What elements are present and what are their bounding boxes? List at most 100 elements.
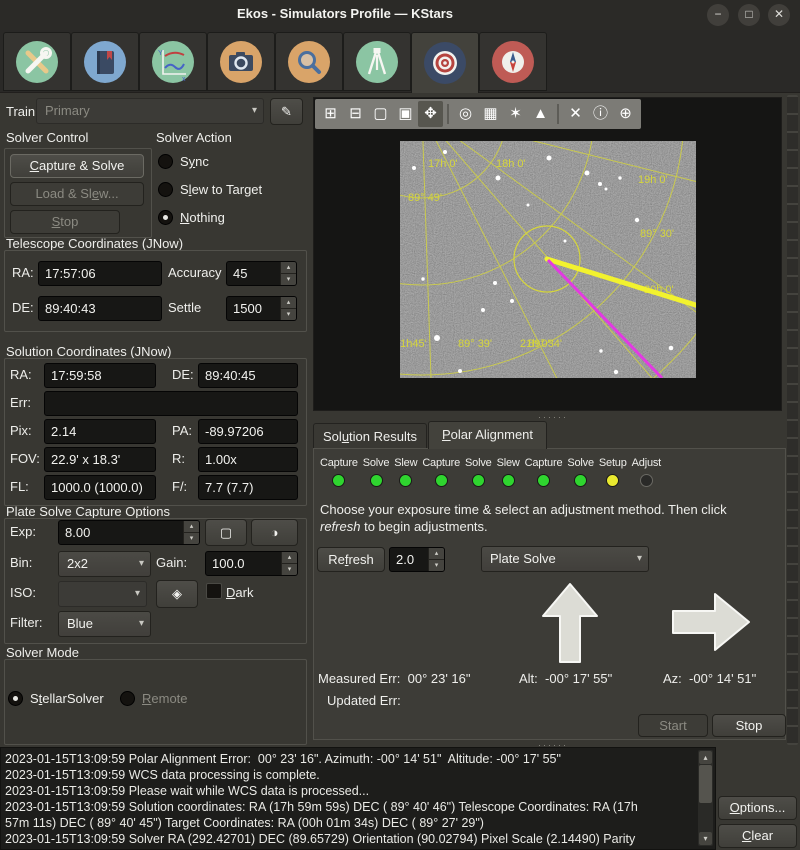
radio-nothing[interactable]: Nothing <box>158 210 225 225</box>
spin-up-icon[interactable]: ▴ <box>280 297 296 309</box>
radio-remote[interactable]: Remote <box>120 691 188 706</box>
refresh-button[interactable]: Refresh <box>317 547 385 572</box>
step-label: Solve <box>465 457 492 469</box>
tab-mount[interactable] <box>343 32 411 91</box>
tab-polar-alignment[interactable]: Polar Alignment <box>428 421 547 449</box>
fitstool-zoom-in[interactable]: ⊞ <box>318 101 343 127</box>
sol-ra-label: RA: <box>10 367 32 382</box>
spin-down-icon[interactable]: ▾ <box>280 308 296 321</box>
right-scrollbar[interactable] <box>787 95 798 745</box>
clear-log-button[interactable]: Clear <box>718 824 797 848</box>
radio-slew-to-target[interactable]: Slew to Target <box>158 182 262 197</box>
spin-up-icon[interactable]: ▴ <box>280 262 296 274</box>
settle-spinbox[interactable]: 1500 ▴ ▾ <box>226 296 297 321</box>
fitstool-pan[interactable]: ✥ <box>418 101 443 127</box>
fitstool-clear-marks[interactable]: ✕ <box>563 101 588 127</box>
step-label: Solve <box>363 457 390 469</box>
spin-down-icon[interactable]: ▾ <box>281 563 297 576</box>
log-line: 2023-01-15T13:09:59 Solver RA (292.42701… <box>5 831 697 847</box>
paa-stop-button[interactable]: Stop <box>712 714 786 737</box>
radio-stellarsolver[interactable]: StellarSolver <box>8 691 104 706</box>
measured-error: Measured Err: 00° 23' 16" <box>318 671 471 686</box>
pencil-icon: ✎ <box>281 104 292 119</box>
stop-solver-button[interactable]: Stop <box>10 210 120 234</box>
tab-align[interactable] <box>411 32 479 93</box>
capture-solve-button[interactable]: Capture & Solve <box>10 154 144 178</box>
accuracy-label: Accuracy <box>168 265 221 280</box>
polar-alignment-pane: CaptureSolveSlewCaptureSolveSlewCaptureS… <box>313 448 786 740</box>
sky-grid-label: 89° 34' <box>528 338 562 350</box>
subframe-button[interactable]: ▢ <box>205 519 247 546</box>
fitstool-histogram-stretch[interactable]: ▲ <box>528 101 553 127</box>
pa-label: PA: <box>172 423 192 438</box>
tab-focus[interactable] <box>275 32 343 91</box>
star <box>564 240 567 243</box>
radio-sync[interactable]: Sync <box>158 154 209 169</box>
dark-checkbox[interactable] <box>206 583 222 599</box>
log-line: 2023-01-15T13:09:59 Please wait while WC… <box>5 783 697 799</box>
binning-select[interactable]: 2x2 ▾ <box>58 551 151 577</box>
de-label: DE: <box>12 300 34 315</box>
fitstool-grid[interactable]: ▦ <box>478 101 503 127</box>
log-line: 2023-01-15T13:09:59 Solution coordinates… <box>5 799 697 815</box>
filter-wheel-icon: ◈ <box>172 586 182 601</box>
tab-setup[interactable] <box>3 32 71 91</box>
spin-up-icon[interactable]: ▴ <box>428 548 444 560</box>
mount-de-field[interactable]: 89:40:43 <box>38 296 162 321</box>
spin-up-icon[interactable]: ▴ <box>183 521 199 533</box>
paa-step-capture: Capture <box>320 457 358 487</box>
analyze-icon: Y x <box>150 39 196 85</box>
maximize-button[interactable]: □ <box>738 4 760 26</box>
star <box>605 188 608 191</box>
paa-start-button[interactable]: Start <box>638 714 708 737</box>
mount-ra-field[interactable]: 17:57:06 <box>38 261 162 286</box>
pix-field: 2.14 <box>44 419 156 444</box>
fitstool-zoom-out[interactable]: ⊟ <box>343 101 368 127</box>
adjustment-method-select[interactable]: Plate Solve ▾ <box>481 546 649 572</box>
options-button[interactable]: Options... <box>718 796 797 820</box>
spin-down-icon[interactable]: ▾ <box>428 559 444 572</box>
star <box>481 308 485 312</box>
exposure-spinbox[interactable]: 8.00 ▴ ▾ <box>58 520 200 545</box>
accuracy-spinbox[interactable]: 45 ▴ ▾ <box>226 261 297 286</box>
sky-grid-label: 21h45' <box>400 338 427 350</box>
spin-down-icon[interactable]: ▾ <box>183 532 199 545</box>
spin-down-icon[interactable]: ▾ <box>280 273 296 286</box>
splitter-handle[interactable]: ······ <box>538 414 568 420</box>
tab-scheduler[interactable] <box>71 32 139 91</box>
edit-train-button[interactable]: ✎ <box>270 98 303 125</box>
scroll-down-icon[interactable]: ▾ <box>699 832 712 845</box>
tab-guide[interactable] <box>479 32 547 91</box>
tab-analyze[interactable]: Y x <box>139 32 207 91</box>
fitstool-zoom-actual[interactable]: ▣ <box>393 101 418 127</box>
close-button[interactable]: ✕ <box>768 4 790 26</box>
star <box>585 171 590 176</box>
minimize-button[interactable]: − <box>707 4 729 26</box>
sky-map-image[interactable]: 17h 0'18h 0'19h 0'89° 49'89° 30'20h 0'21… <box>400 141 696 378</box>
gain-spinbox[interactable]: 100.0 ▴ ▾ <box>205 551 298 576</box>
tab-capture[interactable] <box>207 32 275 91</box>
filter-select[interactable]: Blue ▾ <box>58 611 151 637</box>
r-label: R: <box>172 451 185 466</box>
paa-step-solve: Solve <box>465 457 492 487</box>
refresh-exposure-spinbox[interactable]: 2.0 ▴ ▾ <box>389 547 445 572</box>
filter-wheel-button[interactable]: ◈ <box>156 580 198 608</box>
kstars-ekos-window: Ekos - Simulators Profile — KStars − □ ✕ <box>0 0 800 850</box>
tab-solution-results[interactable]: Solution Results <box>313 423 427 449</box>
log-scrollbar-thumb[interactable] <box>699 765 712 803</box>
fitstool-zoom-fit[interactable]: ▢ <box>368 101 393 127</box>
azimuth-error: Az: -00° 14' 51" <box>663 671 756 686</box>
scroll-up-icon[interactable]: ▴ <box>699 751 712 764</box>
sol-de-field: 89:40:45 <box>198 363 298 388</box>
live-preview-button[interactable]: ◑ <box>251 519 298 546</box>
spin-up-icon[interactable]: ▴ <box>281 552 297 564</box>
fov-field: 22.9' x 18.3' <box>44 447 156 472</box>
log-scrollbar[interactable]: ▴ ▾ <box>698 750 713 846</box>
load-slew-button[interactable]: Load & Slew... <box>10 182 144 206</box>
fitstool-detect-stars[interactable]: ✶ <box>503 101 528 127</box>
fitstool-crosshair[interactable]: ⊕ <box>613 101 638 127</box>
fitstool-fits-info[interactable]: ⓘ <box>588 101 613 127</box>
fitstool-center-telescope[interactable]: ◎ <box>453 101 478 127</box>
iso-select[interactable]: ▾ <box>58 581 147 607</box>
train-select[interactable]: Primary ▾ <box>36 98 264 124</box>
